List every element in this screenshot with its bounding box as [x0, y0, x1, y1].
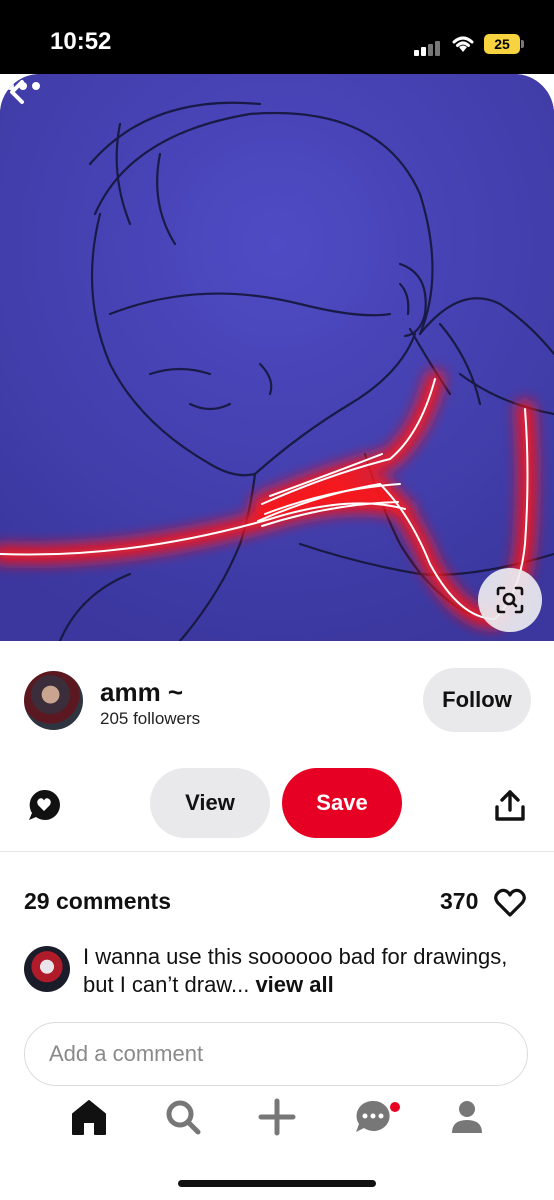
share-icon[interactable] — [494, 789, 526, 823]
profile-icon — [452, 1101, 482, 1133]
chat-bubble-icon — [356, 1100, 390, 1132]
wifi-icon — [452, 36, 474, 52]
heart-icon[interactable] — [494, 888, 526, 918]
top-comment: I wanna use this soooooo bad for drawing… — [83, 943, 523, 999]
plus-icon — [258, 1098, 296, 1136]
visual-search-button[interactable] — [478, 568, 542, 632]
home-tab[interactable] — [68, 1096, 116, 1144]
creator-name[interactable]: amm ~ — [100, 677, 183, 708]
create-tab[interactable] — [256, 1096, 304, 1144]
battery-cap — [521, 40, 524, 48]
commenter-avatar[interactable] — [24, 946, 70, 992]
comments-count[interactable]: 29 comments — [24, 888, 171, 915]
view-all-comments-link[interactable]: view all — [255, 972, 333, 997]
search-icon — [166, 1100, 201, 1135]
notification-dot — [390, 1102, 400, 1112]
action-bar: View Save — [0, 761, 554, 852]
status-bar: 10:52 25 — [0, 0, 554, 74]
save-button[interactable]: Save — [282, 768, 402, 838]
battery-level: 25 — [494, 36, 510, 52]
creator-avatar[interactable] — [24, 671, 83, 730]
add-comment-input[interactable] — [24, 1022, 528, 1086]
lens-search-icon — [496, 586, 524, 614]
home-indicator — [178, 1180, 376, 1187]
view-button[interactable]: View — [150, 768, 270, 838]
follow-button[interactable]: Follow — [423, 668, 531, 732]
battery-icon: 25 — [484, 34, 520, 54]
home-icon — [72, 1100, 106, 1135]
creator-followers: 205 followers — [100, 709, 201, 728]
cellular-signal-icon — [414, 38, 442, 56]
profile-tab[interactable] — [446, 1096, 494, 1144]
search-tab[interactable] — [162, 1096, 210, 1144]
more-options-button[interactable] — [0, 74, 46, 98]
pin-artwork — [0, 74, 554, 641]
comment-bubble-icon[interactable] — [26, 787, 62, 823]
status-time: 10:52 — [50, 28, 112, 55]
creator-section: amm ~ 205 followers Follow — [0, 641, 554, 761]
pin-image[interactable] — [0, 74, 554, 641]
likes-count: 370 — [440, 888, 479, 914]
